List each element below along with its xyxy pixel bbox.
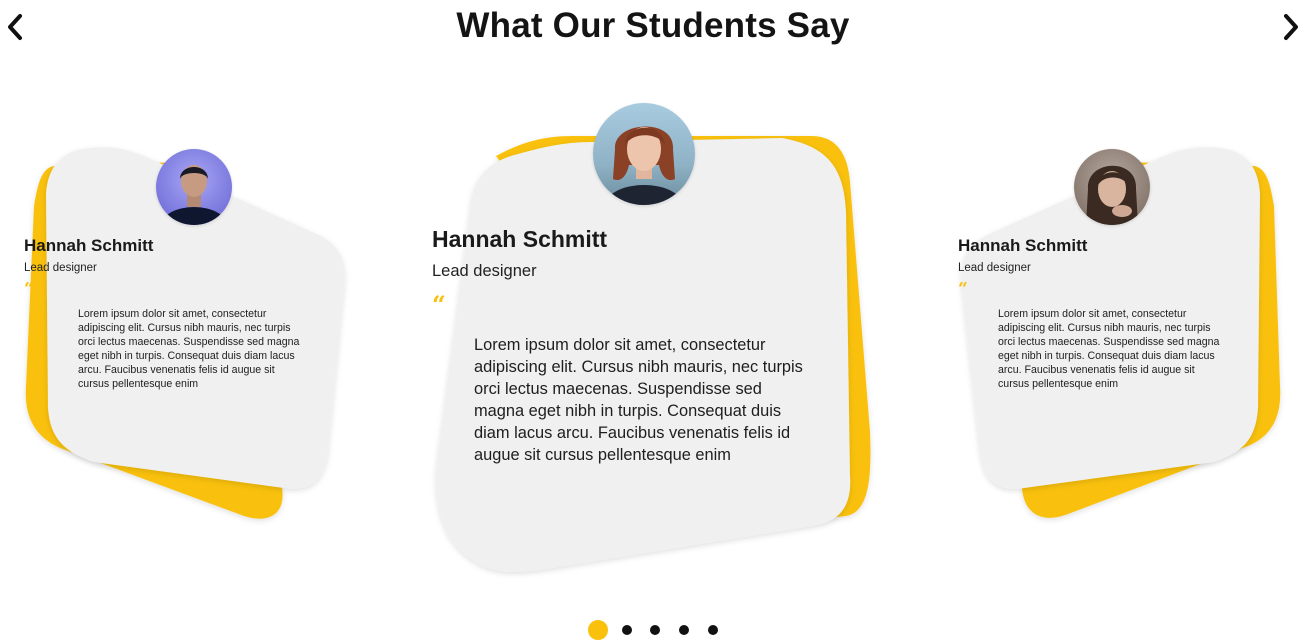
quote-icon: “: [432, 290, 446, 319]
student-name: Hannah Schmitt: [24, 236, 154, 255]
avatar: [1074, 149, 1150, 225]
testimonial-card[interactable]: Hannah Schmitt Lead designer “ Lorem ips…: [24, 146, 350, 522]
testimonial-text: Lorem ipsum dolor sit amet, consectetur …: [474, 336, 803, 464]
testimonial-text: Lorem ipsum dolor sit amet, consectetur …: [998, 308, 1220, 390]
pagination-dot[interactable]: [708, 625, 718, 635]
pagination-dot-active[interactable]: [588, 620, 608, 640]
student-role: Lead designer: [24, 262, 97, 274]
section-title: What Our Students Say: [456, 6, 850, 45]
student-role: Lead designer: [958, 262, 1031, 274]
avatar: [593, 103, 695, 205]
quote-icon: “: [24, 279, 34, 299]
avatar: [156, 149, 232, 225]
chevron-right-icon: [1284, 14, 1298, 40]
pagination-dot[interactable]: [679, 625, 689, 635]
testimonial-text: Lorem ipsum dolor sit amet, consectetur …: [78, 308, 300, 390]
testimonial-card-active[interactable]: Hannah Schmitt Lead designer “ Lorem ips…: [432, 102, 872, 574]
testimonial-card[interactable]: Hannah Schmitt Lead designer “ Lorem ips…: [958, 146, 1284, 522]
pagination-dot[interactable]: [622, 625, 632, 635]
student-name: Hannah Schmitt: [958, 236, 1088, 255]
student-name: Hannah Schmitt: [432, 226, 608, 252]
next-arrow-button[interactable]: [1276, 10, 1306, 44]
quote-icon: “: [958, 279, 968, 299]
student-role: Lead designer: [432, 262, 537, 280]
pagination-dot[interactable]: [650, 625, 660, 635]
pagination-dots: [588, 620, 728, 640]
